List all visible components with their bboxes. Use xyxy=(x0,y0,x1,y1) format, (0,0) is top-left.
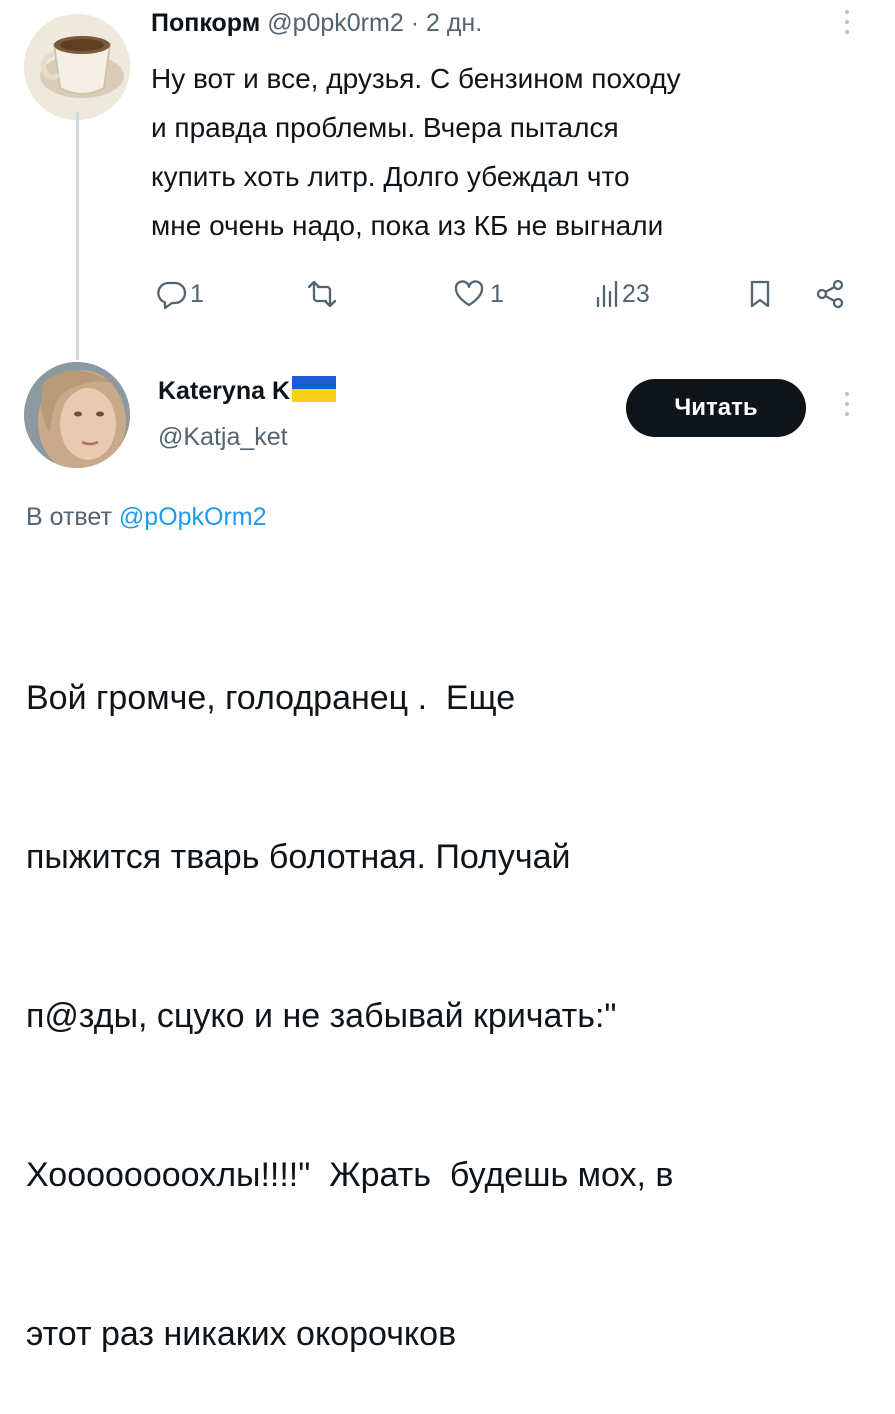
tweet-text-line: п@зды, сцуко и не забывай кричать:" xyxy=(26,997,617,1035)
tweet1-text: Ну вот и все, друзья. С бензином походу … xyxy=(151,54,681,250)
tweet-text-line: Вой громче, голодранец . Еще xyxy=(26,679,516,717)
author-handle[interactable]: @p0pk0rm2 xyxy=(267,9,404,37)
avatar[interactable] xyxy=(24,14,130,120)
reply-context: В ответ @pOpkOrm2 xyxy=(26,500,267,534)
share-icon xyxy=(814,278,846,310)
like-count: 1 xyxy=(490,279,504,308)
ukraine-flag-icon xyxy=(292,376,336,402)
tweet-text-line: и правда проблемы. Вчера пытался xyxy=(151,112,619,143)
avatar[interactable] xyxy=(24,362,130,468)
like-icon xyxy=(452,278,486,310)
follow-button[interactable]: Читать xyxy=(626,379,806,437)
reply-prefix: В ответ xyxy=(26,503,112,531)
profile-photo xyxy=(24,362,130,468)
timestamp[interactable]: 2 дн. xyxy=(426,9,482,37)
bookmark-button[interactable] xyxy=(748,278,772,310)
author-handle[interactable]: @Katja_ket xyxy=(158,420,288,454)
cup-avatar-image xyxy=(24,14,130,120)
separator: · xyxy=(410,9,420,37)
more-icon[interactable] xyxy=(843,10,851,34)
tweet2-text: Вой громче, голодранец . Еще пыжится тва… xyxy=(26,566,674,1414)
share-button[interactable] xyxy=(814,278,846,310)
tweet-text-line: купить хоть литр. Долго убеждал что xyxy=(151,161,630,192)
tweet-text-line: этот раз никаких окорочков xyxy=(26,1315,457,1353)
views-count: 23 xyxy=(622,279,650,308)
like-button[interactable]: 1 xyxy=(452,278,504,310)
views-icon xyxy=(594,278,620,310)
tweet-text-line: Хоооооооохлы!!!!" Жрать будешь мох, в xyxy=(26,1156,674,1194)
tweet1-header: Попкорм @p0pk0rm2 · 2 дн. xyxy=(151,6,482,40)
retweet-icon xyxy=(303,278,341,310)
reply-button[interactable]: 1 xyxy=(156,278,204,310)
tweet2-header: Kateryna K xyxy=(158,374,336,408)
reply-count: 1 xyxy=(190,279,204,308)
thread-line xyxy=(76,112,79,360)
author-name[interactable]: Kateryna K xyxy=(158,377,290,405)
views-button[interactable]: 23 xyxy=(594,278,650,310)
tweet-text-line: Ну вот и все, друзья. С бензином походу xyxy=(151,63,681,94)
retweet-button[interactable] xyxy=(303,278,341,310)
author-name[interactable]: Попкорм xyxy=(151,9,260,37)
reply-icon xyxy=(156,278,188,310)
reply-to-link[interactable]: @pOpkOrm2 xyxy=(119,503,267,531)
bookmark-icon xyxy=(748,278,772,310)
tweet-text-line: мне очень надо, пока из КБ не выгнали xyxy=(151,210,664,241)
tweet-text-line: пыжится тварь болотная. Получай xyxy=(26,838,571,876)
more-icon[interactable] xyxy=(843,392,851,416)
